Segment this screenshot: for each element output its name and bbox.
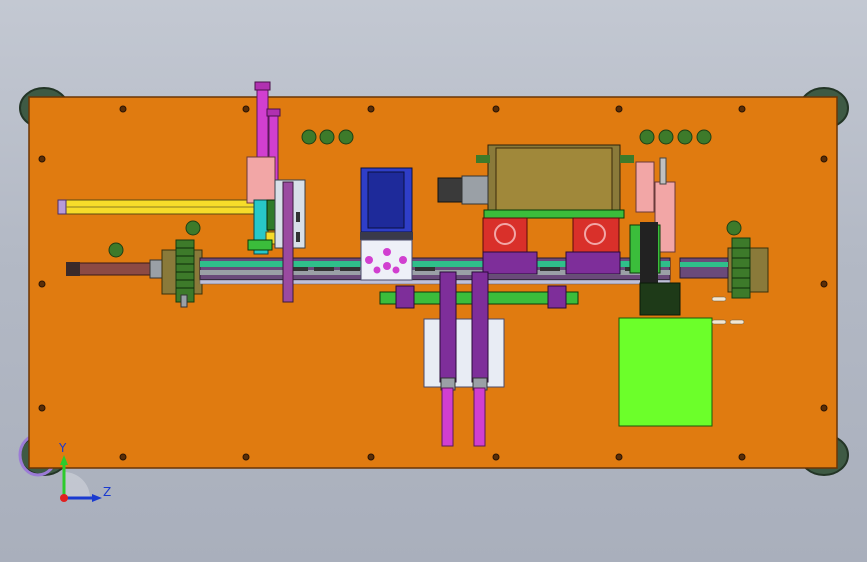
mounting-hole (820, 280, 828, 288)
gearbox-motor[interactable] (437, 175, 489, 205)
mounting-hole (119, 105, 127, 113)
green-control-box[interactable] (618, 317, 713, 427)
mounting-hole (242, 105, 250, 113)
triad-sector (64, 472, 90, 498)
cad-model-viewport[interactable]: Y Z (0, 0, 867, 562)
green-discs-left (301, 129, 354, 145)
mounting-hole (242, 453, 250, 461)
mounting-hole (38, 280, 46, 288)
mounting-hole (367, 105, 375, 113)
mounting-hole (820, 155, 828, 163)
triad-origin (60, 494, 68, 502)
green-disc (108, 242, 124, 258)
mounting-hole (738, 105, 746, 113)
mounting-hole (492, 453, 500, 461)
mounting-hole (492, 105, 500, 113)
green-disc (185, 220, 201, 236)
left-guide-cylinder[interactable] (57, 199, 255, 215)
mounting-hole (820, 404, 828, 412)
green-disc (726, 220, 742, 236)
mounting-hole (119, 453, 127, 461)
mounting-hole (38, 155, 46, 163)
mounting-hole (38, 404, 46, 412)
mounting-hole (615, 105, 623, 113)
mounting-hole (367, 453, 375, 461)
left-rod-cylinder[interactable] (66, 259, 169, 279)
blue-slide-carriage[interactable] (360, 167, 413, 281)
mounting-hole (738, 453, 746, 461)
y-axis-label: Y (58, 441, 67, 455)
z-axis-label: Z (103, 485, 111, 499)
mounting-hole (615, 453, 623, 461)
